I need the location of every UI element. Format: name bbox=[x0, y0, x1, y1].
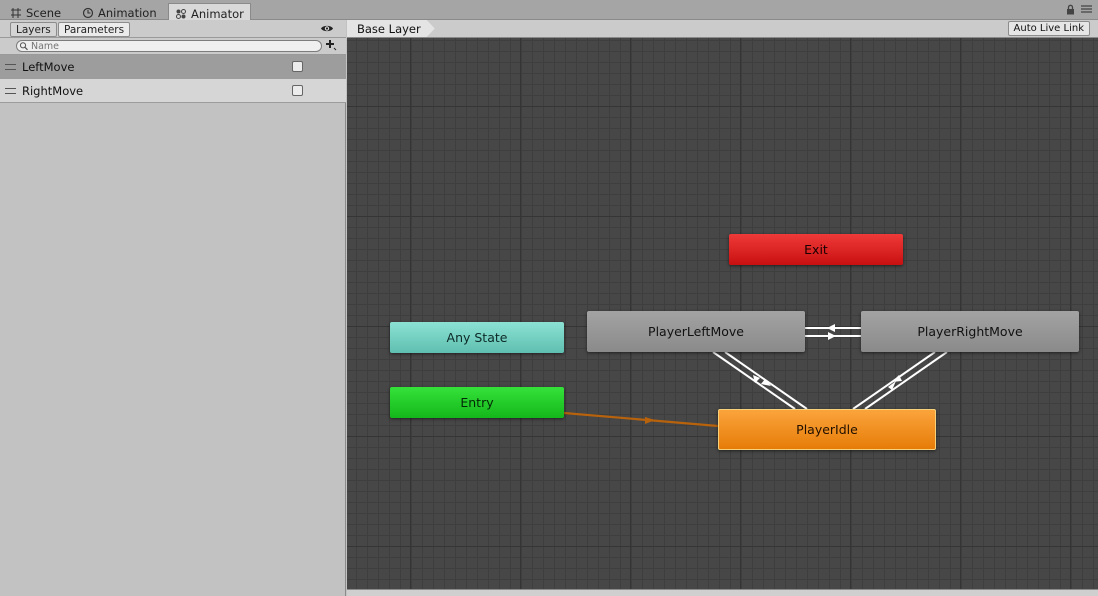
menu-icon[interactable] bbox=[1081, 4, 1092, 14]
state-exit[interactable]: Exit bbox=[729, 234, 903, 265]
plus-icon bbox=[326, 40, 337, 51]
tab-parameters[interactable]: Parameters bbox=[58, 22, 131, 37]
state-label: Exit bbox=[804, 242, 828, 257]
bool-checkbox[interactable] bbox=[292, 85, 303, 96]
parameter-name: LeftMove bbox=[22, 59, 75, 74]
parameter-name: RightMove bbox=[22, 83, 84, 98]
state-machine-graph[interactable]: Exit Any State Entry PlayerLeftMove Play… bbox=[347, 38, 1098, 589]
graph-header: Base Layer Auto Live Link bbox=[347, 20, 1098, 38]
animator-graph-panel: Base Layer Auto Live Link Exit Any State… bbox=[347, 20, 1098, 596]
tab-label: Animator bbox=[191, 6, 244, 21]
search-icon bbox=[19, 42, 28, 51]
transition-arrow-icon bbox=[827, 324, 835, 332]
state-label: Entry bbox=[460, 395, 494, 410]
auto-live-link-button[interactable]: Auto Live Link bbox=[1007, 21, 1090, 36]
editor-tab-strip: Scene Animation Animator bbox=[0, 0, 1098, 21]
parameter-row-leftmove[interactable]: LeftMove bbox=[0, 55, 346, 79]
search-row bbox=[0, 38, 346, 55]
state-label: PlayerRightMove bbox=[917, 324, 1023, 339]
eye-icon[interactable] bbox=[320, 23, 334, 34]
transition-entry-to-idle[interactable] bbox=[563, 411, 719, 428]
tab-label: Animation bbox=[98, 5, 157, 20]
state-label: Any State bbox=[446, 330, 508, 345]
tab-layers[interactable]: Layers bbox=[10, 22, 57, 37]
window-controls bbox=[1066, 4, 1092, 15]
state-entry[interactable]: Entry bbox=[390, 387, 564, 418]
transition-left-to-idle[interactable] bbox=[712, 351, 796, 410]
tab-animator[interactable]: Animator bbox=[168, 3, 251, 21]
panel-tabs: Layers Parameters bbox=[0, 20, 346, 38]
bool-checkbox[interactable] bbox=[292, 61, 303, 72]
animator-icon bbox=[176, 8, 186, 19]
add-parameter-button[interactable] bbox=[325, 39, 337, 53]
transition-idle-to-right[interactable] bbox=[864, 351, 948, 410]
grid-icon bbox=[11, 7, 21, 18]
drag-handle-icon[interactable] bbox=[5, 87, 16, 94]
state-any-state[interactable]: Any State bbox=[390, 322, 564, 353]
tab-scene[interactable]: Scene bbox=[4, 3, 67, 20]
transition-arrow-icon bbox=[645, 417, 655, 424]
state-label: PlayerIdle bbox=[796, 422, 858, 437]
parameters-panel: Layers Parameters LeftMove RightMove bbox=[0, 20, 346, 596]
state-label: PlayerLeftMove bbox=[648, 324, 744, 339]
state-player-left-move[interactable]: PlayerLeftMove bbox=[587, 311, 805, 352]
tab-label: Scene bbox=[26, 5, 62, 20]
lock-icon[interactable] bbox=[1066, 4, 1075, 15]
transition-arrow-icon bbox=[828, 332, 836, 340]
state-player-idle[interactable]: PlayerIdle bbox=[718, 409, 936, 450]
graph-status-strip bbox=[347, 589, 1098, 596]
tab-animation[interactable]: Animation bbox=[76, 3, 163, 20]
drag-handle-icon[interactable] bbox=[5, 63, 16, 70]
search-input[interactable] bbox=[16, 40, 322, 52]
state-player-right-move[interactable]: PlayerRightMove bbox=[861, 311, 1079, 352]
clock-icon bbox=[82, 7, 94, 18]
breadcrumb-base-layer[interactable]: Base Layer bbox=[347, 20, 435, 37]
parameter-row-rightmove[interactable]: RightMove bbox=[0, 79, 346, 103]
